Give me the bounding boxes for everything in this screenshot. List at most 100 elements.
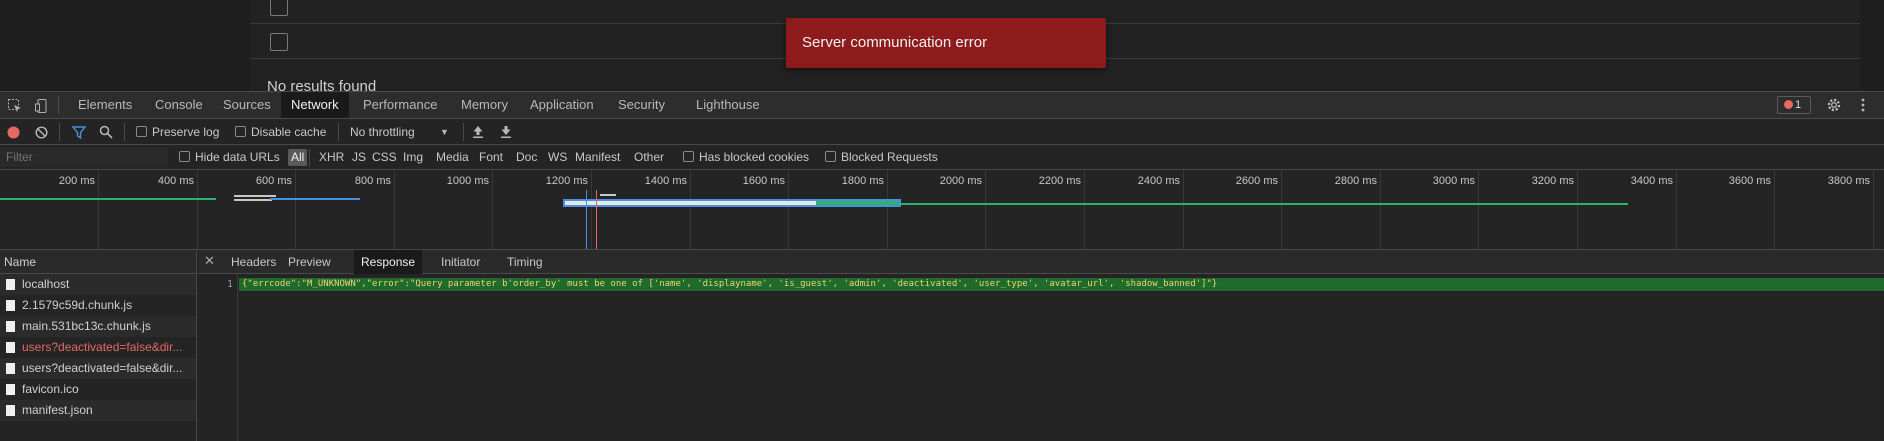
timeline-bar-users [600, 194, 616, 196]
tab-application[interactable]: Application [520, 92, 604, 118]
app-area: No results found Server communication er… [0, 0, 1884, 91]
filter-type-all[interactable]: All [288, 149, 308, 166]
filter-type-manifest[interactable]: Manifest [572, 149, 623, 166]
request-name: 2.1579c59d.chunk.js [22, 298, 133, 312]
timeline-gridline [394, 170, 395, 249]
checkbox-box[interactable] [825, 151, 836, 162]
disable-cache-checkbox[interactable]: Disable cache [235, 119, 326, 145]
file-icon [6, 279, 15, 290]
error-toast: Server communication error [786, 18, 1106, 68]
timeline-bar-selected [563, 199, 901, 207]
timeline-overview[interactable]: 200 ms 400 ms 600 ms 800 ms 1000 ms 1200 ms 14… [0, 170, 1884, 250]
filter-type-doc[interactable]: Doc [513, 149, 540, 166]
request-row[interactable]: manifest.json [0, 400, 196, 421]
row-checkbox[interactable] [270, 33, 288, 51]
error-count: 1 [1795, 99, 1802, 111]
timeline-tick-label: 2800 ms [1334, 175, 1377, 187]
network-toolbar: Preserve log Disable cache No throttling… [0, 119, 1884, 145]
tab-headers[interactable]: Headers [224, 250, 283, 274]
filter-type-js[interactable]: JS [349, 149, 369, 166]
more-options-icon[interactable] [1858, 97, 1868, 113]
hide-data-urls-checkbox[interactable]: Hide data URLs [179, 145, 280, 170]
tab-timing[interactable]: Timing [500, 250, 550, 274]
request-name: manifest.json [22, 403, 93, 417]
tab-security[interactable]: Security [608, 92, 675, 118]
detail-tabs: ✕ Headers Preview Response Initiator Tim… [198, 250, 1884, 274]
throttling-select[interactable]: No throttling ▼ [350, 119, 450, 145]
filter-type-ws[interactable]: WS [545, 149, 570, 166]
row-checkbox[interactable] [270, 0, 288, 16]
import-har-icon[interactable] [472, 124, 484, 139]
request-list: Name localhost 2.1579c59d.chunk.js main.53… [0, 250, 197, 441]
request-row[interactable]: 2.1579c59d.chunk.js [0, 295, 196, 316]
checkbox-box[interactable] [136, 126, 147, 137]
timeline-tick-label: 2000 ms [939, 175, 982, 187]
close-icon[interactable]: ✕ [204, 253, 215, 269]
timeline-bar-main [270, 198, 360, 200]
device-toolbar-icon[interactable] [34, 98, 50, 114]
response-body-line[interactable]: {"errcode":"M_UNKNOWN","error":"Query pa… [239, 278, 1884, 291]
file-icon [6, 363, 15, 374]
response-viewer[interactable]: 1 {"errcode":"M_UNKNOWN","error":"Query … [198, 274, 1884, 441]
checkbox-box[interactable] [235, 126, 246, 137]
timeline-tick-label: 1000 ms [446, 175, 489, 187]
separator [309, 149, 310, 167]
timeline-gridline [1676, 170, 1677, 249]
timeline-tick-label: 3600 ms [1728, 175, 1771, 187]
tab-sources[interactable]: Sources [213, 92, 281, 118]
filter-type-xhr[interactable]: XHR [316, 149, 347, 166]
timeline-gridline [492, 170, 493, 249]
file-icon [6, 321, 15, 332]
tab-elements[interactable]: Elements [68, 92, 142, 118]
tab-memory[interactable]: Memory [451, 92, 518, 118]
filter-type-font[interactable]: Font [476, 149, 506, 166]
timeline-gridline [98, 170, 99, 249]
tab-performance[interactable]: Performance [353, 92, 447, 118]
request-row[interactable]: users?deactivated=false&dir... [0, 337, 196, 358]
timeline-tick-label: 2200 ms [1038, 175, 1081, 187]
filter-type-media[interactable]: Media [433, 149, 472, 166]
preserve-log-checkbox[interactable]: Preserve log [136, 119, 219, 145]
separator [58, 96, 59, 114]
timeline-tick-label: 800 ms [354, 175, 391, 187]
timeline-bar-chunk [234, 195, 276, 197]
checkbox-box[interactable] [179, 151, 190, 162]
request-row[interactable]: main.531bc13c.chunk.js [0, 316, 196, 337]
tab-preview[interactable]: Preview [281, 250, 338, 274]
tab-network[interactable]: Network [281, 92, 349, 118]
separator [463, 123, 464, 141]
filter-icon[interactable] [72, 126, 86, 139]
filter-type-img[interactable]: Img [400, 149, 426, 166]
timeline-gridline [1183, 170, 1184, 249]
timeline-bar-favicon [899, 203, 1628, 205]
tab-lighthouse[interactable]: Lighthouse [686, 92, 770, 118]
export-har-icon[interactable] [500, 124, 512, 139]
checkbox-box[interactable] [683, 151, 694, 162]
network-filter-bar: Hide data URLs All XHR JS CSS Img Media … [0, 145, 1884, 170]
inspect-element-icon[interactable] [7, 98, 23, 114]
filter-type-css[interactable]: CSS [369, 149, 400, 166]
blocked-requests-label: Blocked Requests [841, 150, 938, 164]
timeline-gridline [197, 170, 198, 249]
filter-input[interactable] [0, 147, 168, 167]
search-icon[interactable] [99, 125, 113, 139]
name-column-header[interactable]: Name [0, 250, 196, 274]
request-row[interactable]: favicon.ico [0, 379, 196, 400]
timeline-gridline [1577, 170, 1578, 249]
error-count-badge[interactable]: 1 [1777, 96, 1811, 114]
clear-icon[interactable] [35, 126, 48, 139]
record-icon[interactable] [7, 126, 20, 139]
timeline-gridline [690, 170, 691, 249]
has-blocked-cookies-checkbox[interactable]: Has blocked cookies [683, 145, 809, 170]
tab-response[interactable]: Response [354, 250, 423, 274]
request-row[interactable]: users?deactivated=false&dir... [0, 358, 196, 379]
tab-initiator[interactable]: Initiator [434, 250, 487, 274]
request-detail: ✕ Headers Preview Response Initiator Tim… [198, 250, 1884, 441]
request-row[interactable]: localhost [0, 274, 196, 295]
timeline-bar-waiting [565, 201, 816, 205]
filter-type-other[interactable]: Other [631, 149, 667, 166]
gear-icon[interactable] [1826, 97, 1842, 113]
blocked-requests-checkbox[interactable]: Blocked Requests [825, 145, 938, 170]
tab-console[interactable]: Console [145, 92, 213, 118]
timeline-gridline [1478, 170, 1479, 249]
